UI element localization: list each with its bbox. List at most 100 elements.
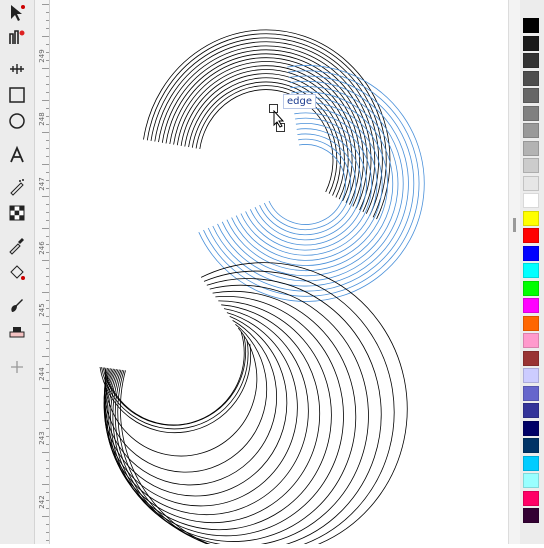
palette-swatch[interactable] [523, 508, 539, 523]
node-tool[interactable] [6, 2, 28, 24]
palette-swatch[interactable] [523, 18, 539, 33]
lower-loop-stroke[interactable] [110, 290, 357, 542]
palette-swatch[interactable] [523, 245, 539, 261]
lower-loop-stroke[interactable] [104, 323, 268, 473]
palette-swatch[interactable] [523, 228, 539, 243]
lower-loop-stroke[interactable] [103, 320, 278, 486]
spray-icon [10, 179, 24, 196]
palette-swatch[interactable] [523, 35, 539, 51]
rectangle-icon [9, 87, 25, 103]
ruler-tick [46, 20, 49, 21]
ruler-tick [46, 492, 49, 493]
palette-swatch[interactable] [523, 298, 539, 313]
palette-swatch[interactable] [523, 280, 539, 296]
palette-swatch[interactable] [523, 140, 539, 156]
brush-icon [11, 299, 23, 312]
ruler-tick [46, 364, 49, 365]
ruler-tick [46, 396, 49, 397]
plus-icon [11, 361, 23, 373]
tweak-icon [9, 30, 25, 44]
ellipse-tool[interactable] [6, 110, 28, 132]
palette-swatch[interactable] [523, 105, 539, 121]
add-tool[interactable] [6, 356, 28, 378]
ruler-label: 247 [38, 177, 46, 191]
ruler-tick [46, 28, 49, 29]
ruler-tick [42, 196, 49, 197]
ruler-label: 244 [38, 367, 46, 381]
zoom-tool[interactable] [6, 58, 28, 80]
lower-loop-stroke[interactable] [112, 284, 369, 547]
palette-swatch[interactable] [523, 455, 539, 471]
rect-tool[interactable] [6, 84, 28, 106]
palette-swatch[interactable] [523, 158, 539, 173]
palette-swatch[interactable] [523, 333, 539, 348]
ruler-tick [42, 4, 49, 5]
eraser-tool[interactable] [6, 320, 28, 342]
drawing-artwork[interactable] [50, 0, 508, 548]
ruler-tick [46, 444, 49, 445]
lower-loop-stroke[interactable] [102, 335, 247, 426]
palette-swatch[interactable] [523, 263, 539, 278]
ruler-tick [46, 188, 49, 189]
selected-blue-stroke[interactable] [259, 133, 357, 236]
ruler-tick [46, 524, 49, 525]
ruler-tick [46, 236, 49, 237]
ruler-tick [46, 204, 49, 205]
ruler-tick [46, 508, 49, 509]
palette-swatch[interactable] [523, 88, 539, 103]
ruler-tick [46, 172, 49, 173]
selected-blue-stroke[interactable] [217, 86, 404, 282]
paint-bucket-tool[interactable] [6, 262, 28, 284]
lower-loop-stroke[interactable] [106, 300, 332, 531]
selected-blue-stroke[interactable] [263, 138, 352, 230]
palette-swatch[interactable] [523, 350, 539, 366]
palette-swatch[interactable] [523, 368, 539, 383]
ruler-tick [42, 228, 49, 229]
ruler-label: 249 [38, 49, 46, 63]
palette-swatch[interactable] [523, 438, 539, 453]
spray-tool[interactable] [6, 176, 28, 198]
palette-swatch[interactable] [523, 53, 539, 68]
ruler-tick [46, 276, 49, 277]
palette-swatch[interactable] [523, 490, 539, 506]
ruler-tick [46, 300, 49, 301]
selected-blue-stroke[interactable] [268, 144, 346, 225]
lower-loop-stroke[interactable] [99, 343, 252, 434]
dropper-tool[interactable] [6, 234, 28, 256]
ruler-tick [46, 316, 49, 317]
scrollbar-thumb[interactable] [513, 218, 516, 232]
ruler-tick [46, 140, 49, 141]
palette-swatch[interactable] [523, 210, 539, 226]
lower-loop-stroke[interactable] [101, 339, 249, 430]
ruler-tick [42, 68, 49, 69]
ruler-tick [42, 420, 49, 421]
palette-swatch[interactable] [523, 175, 539, 191]
ruler-tick [46, 148, 49, 149]
palette-swatch[interactable] [523, 123, 539, 138]
ruler-tick [46, 84, 49, 85]
ruler-tick [46, 220, 49, 221]
palette-swatch[interactable] [523, 385, 539, 401]
lower-loop-stroke[interactable] [104, 331, 245, 426]
text-tool[interactable] [6, 144, 28, 166]
calligraphy-tool[interactable] [6, 294, 28, 316]
ruler-label: 242 [38, 495, 46, 509]
ruler-tick [46, 156, 49, 157]
palette-swatch[interactable] [523, 473, 539, 488]
upper-loop-stroke[interactable] [143, 29, 391, 220]
ruler-tick [46, 12, 49, 13]
ruler-tick [46, 124, 49, 125]
ruler-tick [46, 412, 49, 413]
canvas[interactable] [50, 0, 508, 548]
palette-swatch[interactable] [523, 403, 539, 418]
ruler-tick [42, 484, 49, 485]
palette-swatch[interactable] [523, 193, 539, 208]
palette-swatch[interactable] [523, 315, 539, 331]
palette-swatch[interactable] [523, 70, 539, 86]
tweak-tool[interactable] [6, 26, 28, 48]
palette-swatch[interactable] [523, 420, 539, 436]
lower-loop-stroke[interactable] [120, 262, 408, 548]
ruler-label: 248 [38, 112, 46, 126]
mesh-tool[interactable] [6, 202, 28, 224]
ruler-tick [46, 44, 49, 45]
